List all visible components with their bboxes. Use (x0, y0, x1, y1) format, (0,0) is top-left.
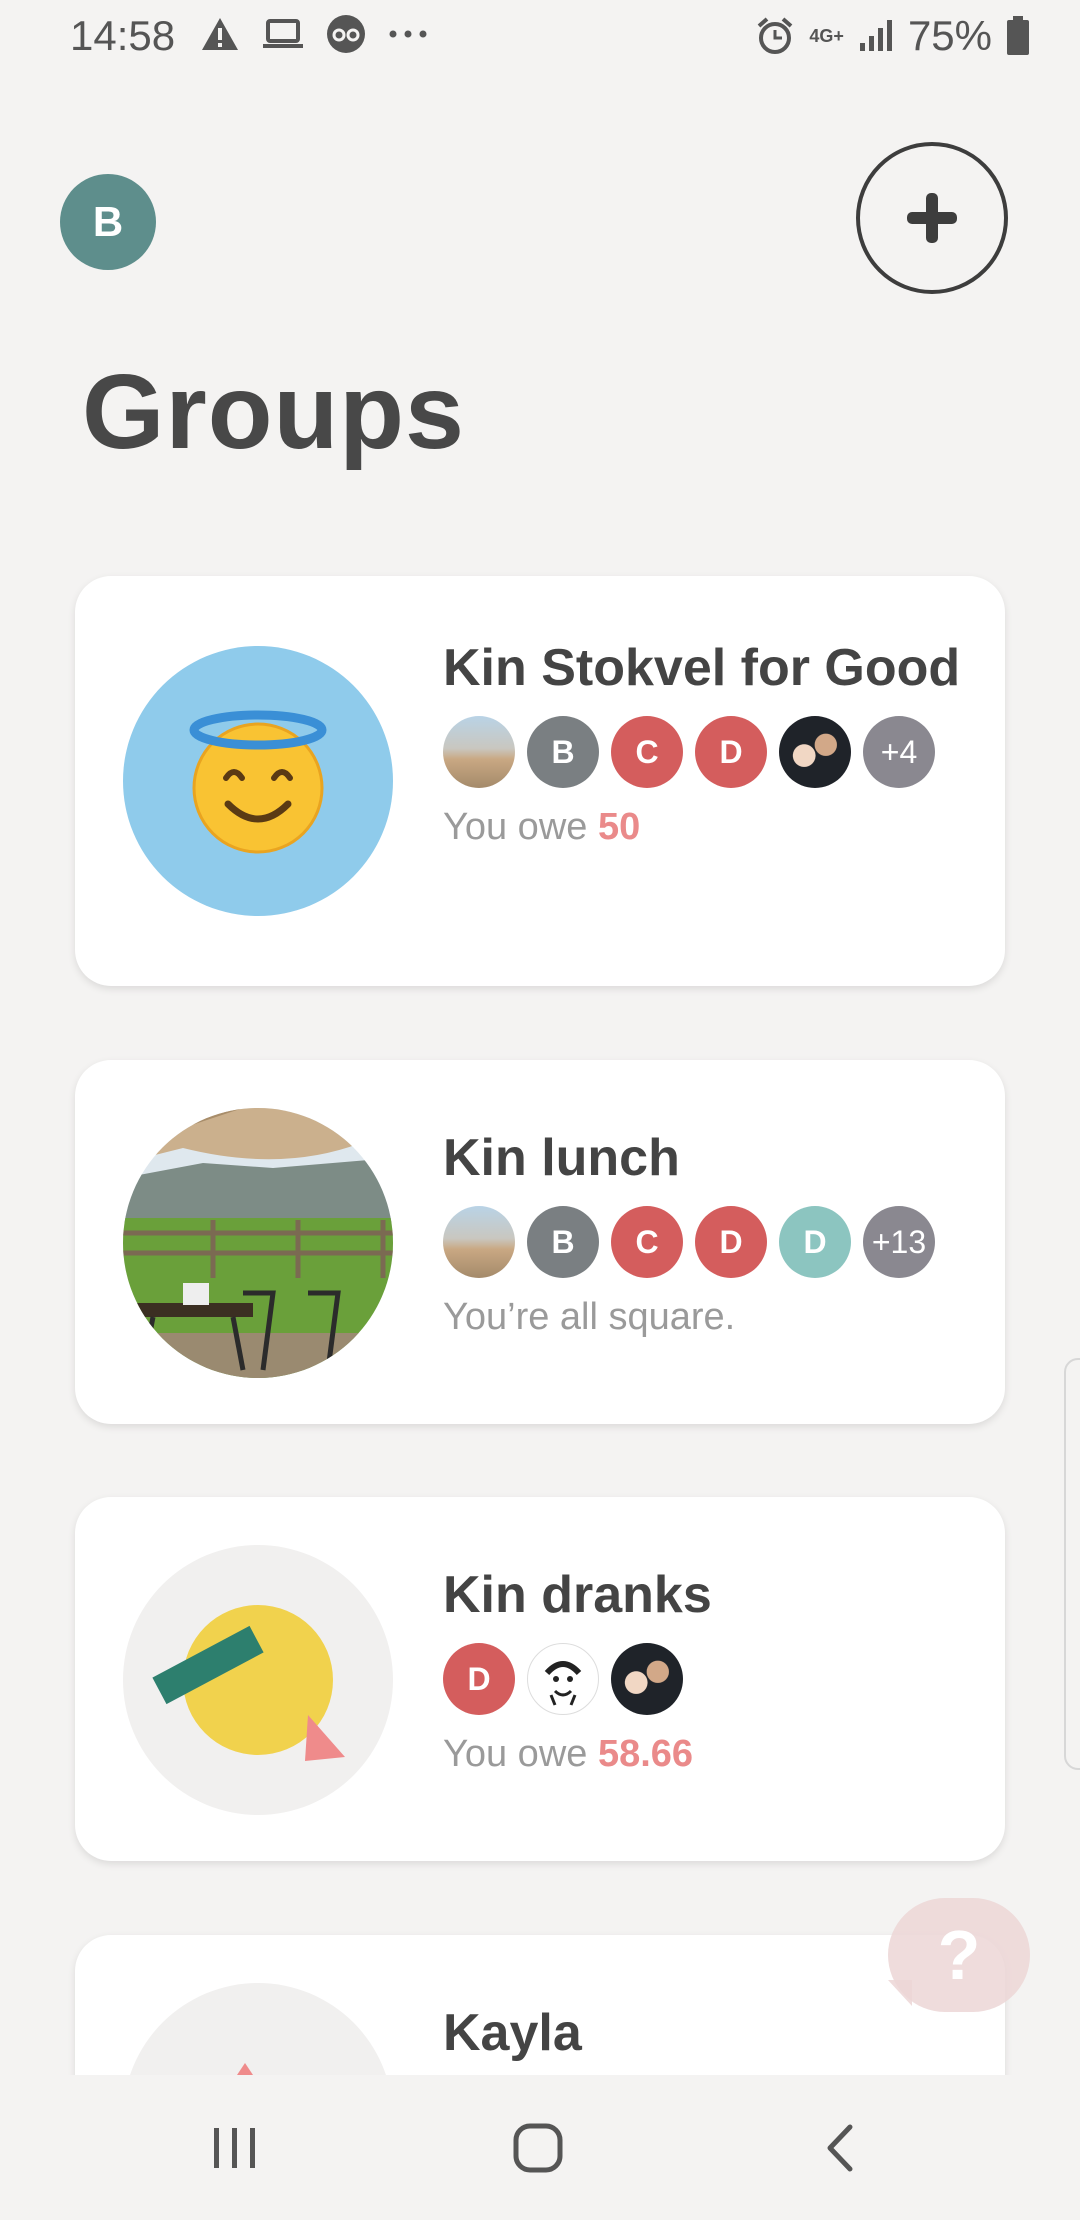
restaurant-patio-photo (123, 1108, 393, 1378)
more-members-badge: +4 (863, 716, 935, 788)
groups-list[interactable]: Kin Stokvel for Good B C D +4 You owe 50 (0, 0, 1080, 2075)
abstract-shapes-illustration (152, 1605, 345, 1761)
balance-status: You owe 50 (443, 806, 975, 849)
balance-label: You owe (443, 1733, 588, 1775)
balance-status: You owe 58.66 (443, 1733, 975, 1776)
group-thumbnail (123, 1108, 393, 1378)
group-thumbnail (123, 1983, 393, 2075)
beach-photo-avatar (443, 1206, 515, 1278)
member-avatar: B (527, 716, 599, 788)
member-avatars: B C D +4 (443, 716, 975, 788)
member-avatar: C (611, 1206, 683, 1278)
group-card-kayla[interactable]: Kayla (75, 1935, 1005, 2075)
member-avatars: B C D D +13 (443, 1206, 975, 1278)
balance-label: You’re all square. (443, 1296, 736, 1338)
member-avatar: D (695, 716, 767, 788)
group-name: Kin lunch (443, 1129, 680, 1187)
member-avatar: D (779, 1206, 851, 1278)
group-thumbnail (123, 646, 393, 916)
member-avatars: D (443, 1643, 975, 1715)
family-photo-avatar (779, 716, 851, 788)
family-photo-avatar (611, 1643, 683, 1715)
back-icon (827, 2124, 853, 2171)
system-nav-bar (0, 2075, 1080, 2220)
back-button[interactable] (740, 2075, 940, 2220)
group-card-kin-lunch[interactable]: Kin lunch B C D D +13 You’re all square. (75, 1060, 1005, 1424)
group-name: Kin dranks (443, 1566, 712, 1624)
member-avatar: D (443, 1643, 515, 1715)
triangle-illustration (237, 2063, 253, 2075)
group-name: Kin Stokvel for Good (443, 639, 961, 697)
balance-amount: 50 (597, 806, 641, 848)
recent-apps-button[interactable] (135, 2075, 335, 2220)
member-avatar: B (527, 1206, 599, 1278)
group-card-kin-stokvel[interactable]: Kin Stokvel for Good B C D +4 You owe 50 (75, 576, 1005, 986)
group-card-kin-dranks[interactable]: Kin dranks D You owe 58.66 (75, 1497, 1005, 1861)
balance-label: You owe (443, 806, 588, 848)
more-members-badge: +13 (863, 1206, 935, 1278)
member-avatar: C (611, 716, 683, 788)
help-bubble-tail (888, 1980, 912, 2006)
group-name: Kayla (443, 2004, 582, 2062)
balance-status: You’re all square. (443, 1296, 975, 1339)
beach-photo-avatar (443, 716, 515, 788)
group-thumbnail (123, 1545, 393, 1815)
edge-panel-handle[interactable] (1064, 1358, 1080, 1770)
halo-smiley-emoji (189, 710, 327, 854)
balance-amount: 58.66 (597, 1733, 694, 1775)
home-button[interactable] (438, 2075, 638, 2220)
sketch-face-avatar (527, 1643, 599, 1715)
home-icon (513, 2123, 563, 2172)
recent-apps-icon (214, 2127, 255, 2168)
member-avatar: D (695, 1206, 767, 1278)
